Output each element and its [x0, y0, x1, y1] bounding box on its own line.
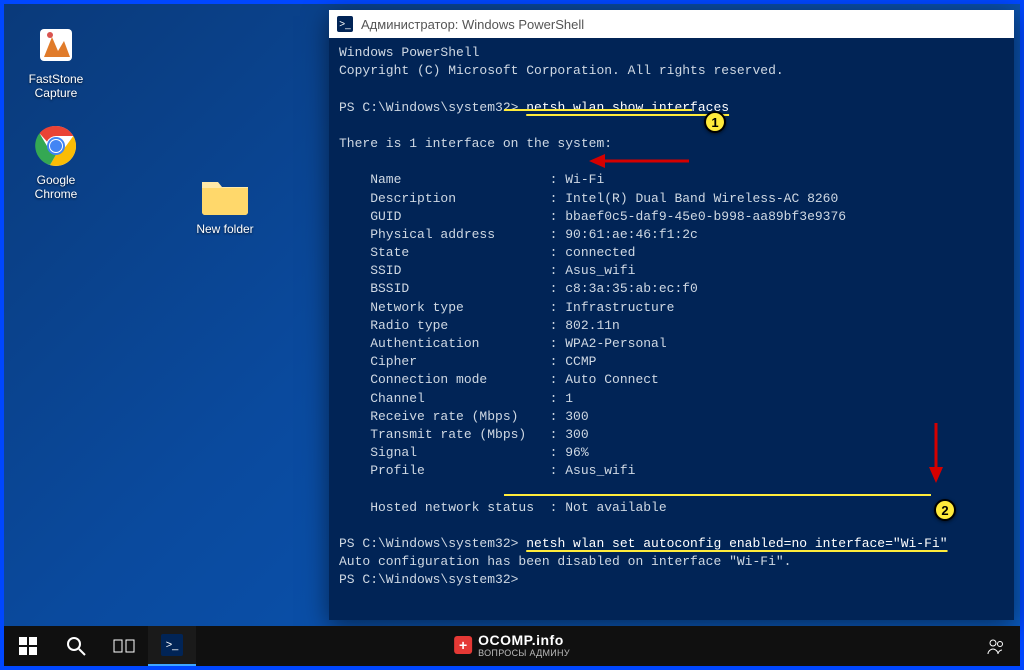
desktop-icon-label: FastStone Capture	[18, 72, 94, 101]
search-button[interactable]	[52, 626, 100, 666]
desktop-background: FastStone Capture Google Chrome New fold…	[4, 4, 1020, 666]
powershell-icon: >_	[337, 16, 353, 32]
highlight-line	[504, 494, 931, 496]
faststone-icon	[33, 22, 79, 68]
taskbar-app-powershell[interactable]: >_	[148, 626, 196, 666]
powershell-window: >_ Администратор: Windows PowerShell Win…	[329, 10, 1014, 620]
watermark: + OCOMP.info ВОПРОСЫ АДМИНУ	[454, 632, 570, 658]
highlight-line	[504, 109, 692, 111]
windows-icon	[19, 637, 37, 655]
desktop-icon-label: New folder	[180, 222, 270, 236]
arrow-icon	[589, 150, 689, 172]
taskview-button[interactable]	[100, 626, 148, 666]
desktop-icon-faststone[interactable]: FastStone Capture	[18, 22, 94, 101]
watermark-sub: ВОПРОСЫ АДМИНУ	[478, 648, 570, 658]
desktop-icon-chrome[interactable]: Google Chrome	[18, 123, 94, 202]
start-button[interactable]	[4, 626, 52, 666]
search-icon	[66, 636, 86, 656]
powershell-icon: >_	[161, 634, 183, 656]
callout-badge-1: 1	[704, 111, 726, 133]
watermark-brand: OCOMP.info	[478, 632, 570, 648]
terminal-output[interactable]: Windows PowerShell Copyright (C) Microso…	[329, 38, 1014, 620]
taskview-icon	[113, 637, 135, 655]
folder-icon	[200, 174, 250, 216]
desktop-icon-newfolder[interactable]: New folder	[180, 174, 270, 236]
callout-badge-2: 2	[934, 499, 956, 521]
desktop-icon-label: Google Chrome	[18, 173, 94, 202]
people-button[interactable]	[972, 626, 1020, 666]
people-icon	[986, 636, 1006, 656]
window-title: Администратор: Windows PowerShell	[361, 17, 584, 32]
arrow-icon	[925, 423, 947, 483]
chrome-icon	[33, 123, 79, 169]
watermark-icon: +	[454, 636, 472, 654]
window-titlebar[interactable]: >_ Администратор: Windows PowerShell	[329, 10, 1014, 38]
